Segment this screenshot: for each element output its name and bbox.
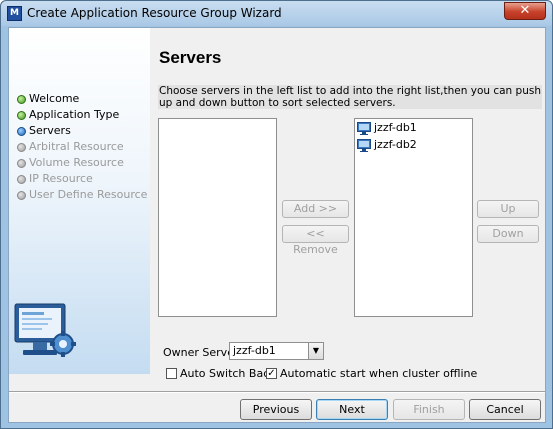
selected-servers-list[interactable]: jzzf-db1 jzzf-db2: [354, 118, 473, 317]
owner-server-value: jzzf-db1: [233, 344, 276, 357]
app-logo-icon: M: [7, 6, 22, 21]
step-pending-icon: [17, 143, 26, 152]
owner-server-select[interactable]: jzzf-db1 ▼: [229, 342, 324, 360]
step-pending-icon: [17, 175, 26, 184]
step-done-icon: [17, 111, 26, 120]
server-computer-icon: [357, 139, 371, 152]
step-application-type: Application Type: [17, 107, 147, 123]
step-ip-resource: IP Resource: [17, 171, 147, 187]
available-servers-list[interactable]: [158, 118, 277, 317]
move-up-button[interactable]: Up: [477, 200, 539, 218]
server-name: jzzf-db2: [374, 138, 417, 151]
step-label: Arbitral Resource: [29, 140, 124, 153]
computer-settings-icon: [14, 303, 76, 357]
move-down-button[interactable]: Down: [477, 225, 539, 243]
footer-divider: [9, 391, 545, 393]
chevron-down-icon[interactable]: ▼: [308, 343, 323, 359]
step-done-icon: [17, 95, 26, 104]
wizard-client-area: Welcome Application Type Servers Arbitra…: [8, 27, 546, 423]
step-label: IP Resource: [29, 172, 93, 185]
step-pending-icon: [17, 191, 26, 200]
step-label: Application Type: [29, 108, 120, 121]
finish-button[interactable]: Finish: [393, 399, 465, 420]
close-button[interactable]: ✕: [504, 2, 546, 20]
step-current-icon: [17, 127, 26, 136]
next-button[interactable]: Next: [316, 399, 388, 420]
owner-server-label: Owner Server: [163, 346, 239, 359]
step-label: User Define Resource: [29, 188, 148, 201]
step-welcome: Welcome: [17, 91, 147, 107]
previous-button[interactable]: Previous: [240, 399, 312, 420]
wizard-window: M Create Application Resource Group Wiza…: [0, 0, 553, 429]
window-title: Create Application Resource Group Wizard: [27, 6, 282, 20]
step-label: Welcome: [29, 92, 80, 105]
remove-button[interactable]: << Remove: [282, 225, 349, 256]
step-list: Welcome Application Type Servers Arbitra…: [17, 91, 147, 203]
page-title: Servers: [159, 48, 222, 67]
step-volume-resource: Volume Resource: [17, 155, 147, 171]
cancel-button[interactable]: Cancel: [469, 399, 541, 420]
checkmark-icon[interactable]: ✓: [266, 368, 277, 379]
step-user-define-resource: User Define Resource: [17, 187, 147, 203]
title-bar[interactable]: M Create Application Resource Group Wiza…: [1, 1, 552, 26]
step-label: Volume Resource: [29, 156, 124, 169]
step-pending-icon: [17, 159, 26, 168]
step-arbitral-resource: Arbitral Resource: [17, 139, 147, 155]
add-button[interactable]: Add >>: [282, 200, 349, 218]
checkbox-label: Automatic start when cluster offline: [280, 367, 478, 380]
step-servers: Servers: [17, 123, 147, 139]
list-item[interactable]: jzzf-db2: [355, 137, 472, 153]
checkbox-box[interactable]: [166, 368, 177, 379]
instructions-text: Choose servers in the left list to add i…: [158, 85, 542, 109]
server-name: jzzf-db1: [374, 121, 417, 134]
step-label: Servers: [29, 124, 71, 137]
list-item[interactable]: jzzf-db1: [355, 120, 472, 136]
wizard-steps-sidebar: Welcome Application Type Servers Arbitra…: [9, 28, 150, 374]
checkbox-label: Auto Switch Back: [180, 367, 276, 380]
server-computer-icon: [357, 122, 371, 135]
